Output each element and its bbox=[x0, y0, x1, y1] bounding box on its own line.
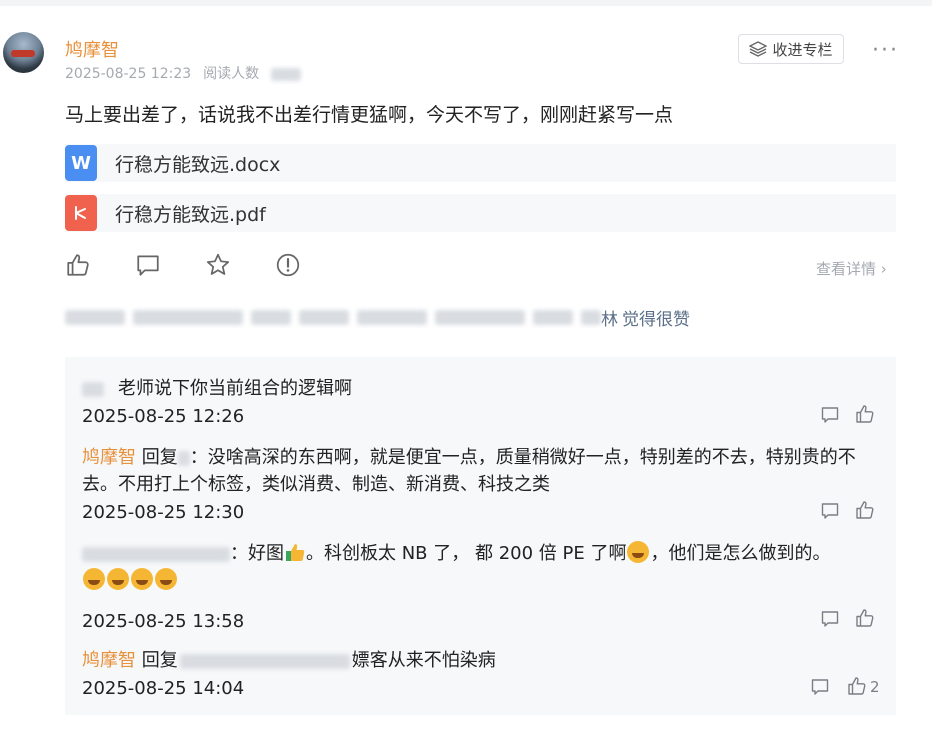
collect-to-column-button[interactable]: 收进专栏 bbox=[738, 34, 844, 64]
liker-redacted bbox=[65, 310, 125, 325]
attachment-docx[interactable]: W 行稳方能致远.docx bbox=[65, 144, 896, 182]
liker-redacted bbox=[435, 310, 525, 325]
post-actions bbox=[65, 252, 301, 278]
comment-time: 2025-08-25 12:26 bbox=[82, 406, 245, 427]
post-date: 2025-08-25 12:23 bbox=[65, 66, 192, 82]
crying-laughing-emoji-icon bbox=[107, 568, 129, 590]
chevron-right-icon: › bbox=[880, 260, 887, 278]
attachment-pdf[interactable]: 行稳方能致远.pdf bbox=[65, 194, 896, 232]
thumbs-up-emoji-icon bbox=[286, 544, 305, 561]
view-detail-link[interactable]: 查看详情 › bbox=[816, 258, 887, 279]
word-doc-icon: W bbox=[65, 145, 97, 181]
comment-icon[interactable] bbox=[135, 252, 161, 278]
comment-item: 鸠摩智 回复 ：没啥高深的东西啊，就是便宜一点，质量稍微好一点，特别差的不去，特别… bbox=[82, 444, 882, 498]
liker-redacted bbox=[299, 310, 349, 325]
crying-laughing-emoji-icon bbox=[83, 568, 105, 590]
comment-text: 。科创板太 NB 了， 都 200 倍 PE 了啊 bbox=[306, 543, 627, 564]
author-name[interactable]: 鸠摩智 bbox=[65, 36, 119, 62]
comment-time: 2025-08-25 12:30 bbox=[82, 502, 245, 523]
layers-icon bbox=[749, 41, 768, 57]
reply-icon[interactable] bbox=[820, 405, 840, 425]
comment-item: 老师说下你当前组合的逻辑啊 bbox=[82, 375, 882, 402]
comment-text: ，他们是怎么做到的。 bbox=[650, 543, 831, 564]
like-count: 2 bbox=[870, 678, 880, 696]
reply-target-redacted bbox=[177, 450, 190, 466]
comment-text: 老师说下你当前组合的逻辑啊 bbox=[118, 378, 352, 399]
post-meta: 2025-08-25 12:23 阅读人数 bbox=[65, 63, 313, 83]
comment-text: ：好图 bbox=[230, 543, 284, 564]
collect-label: 收进专栏 bbox=[772, 40, 833, 59]
liker-redacted bbox=[251, 310, 291, 325]
read-count-label: 阅读人数 bbox=[203, 66, 260, 82]
post-body: 马上要出差了，话说我不出差行情更猛啊，今天不写了，刚刚赶紧写一点 bbox=[65, 104, 674, 126]
comment-text: 嫖客从来不怕染病 bbox=[351, 650, 496, 671]
liker-redacted bbox=[133, 310, 243, 325]
liker-redacted bbox=[581, 310, 601, 325]
reply-word: 回复 bbox=[141, 447, 178, 468]
read-count-redacted bbox=[271, 67, 302, 81]
reply-icon[interactable] bbox=[820, 609, 840, 629]
attachment-name: 行稳方能致远.docx bbox=[115, 153, 281, 176]
pdf-icon bbox=[65, 195, 97, 231]
commenter-redacted bbox=[82, 546, 230, 562]
reply-icon[interactable] bbox=[820, 501, 840, 521]
likers-row[interactable]: 林 觉得很赞 bbox=[65, 305, 690, 330]
comment-time: 2025-08-25 14:04 bbox=[82, 678, 245, 699]
like-icon[interactable] bbox=[847, 676, 867, 696]
reply-word: 回复 bbox=[141, 650, 178, 671]
like-icon[interactable] bbox=[855, 404, 875, 424]
like-icon[interactable] bbox=[855, 500, 875, 520]
comment-item: 鸠摩智 回复 嫖客从来不怕染病 bbox=[82, 647, 882, 674]
comment-time: 2025-08-25 13:58 bbox=[82, 611, 245, 632]
reply-icon[interactable] bbox=[810, 677, 830, 697]
liker-redacted bbox=[533, 310, 573, 325]
liker-redacted bbox=[357, 310, 427, 325]
like-icon[interactable] bbox=[65, 252, 91, 278]
attachment-name: 行稳方能致远.pdf bbox=[115, 203, 266, 226]
report-icon[interactable] bbox=[275, 252, 301, 278]
star-icon[interactable] bbox=[205, 252, 231, 278]
liker-name: 林 bbox=[601, 310, 618, 330]
commenter-name[interactable]: 鸠摩智 bbox=[82, 447, 136, 468]
more-options-icon[interactable]: ··· bbox=[872, 38, 899, 63]
commenter-name[interactable]: 鸠摩智 bbox=[82, 650, 136, 671]
crying-laughing-emoji-icon bbox=[155, 568, 177, 590]
avatar[interactable] bbox=[3, 32, 44, 73]
comment-section: 老师说下你当前组合的逻辑啊 2025-08-25 12:26 鸠摩智 回复 ：没啥… bbox=[65, 357, 896, 715]
reply-target-redacted bbox=[179, 653, 350, 669]
crying-laughing-emoji-icon bbox=[627, 541, 650, 563]
top-divider bbox=[0, 0, 932, 6]
like-icon[interactable] bbox=[855, 608, 875, 628]
comment-text: ：没啥高深的东西啊，就是便宜一点，质量稍微好一点，特别差的不去，特别贵的不去。不… bbox=[82, 447, 856, 495]
commenter-redacted bbox=[82, 381, 104, 397]
comment-item: ：好图 。科创板太 NB 了， 都 200 倍 PE 了啊 ，他们是怎么做到的。 bbox=[82, 540, 882, 594]
likers-suffix: 觉得很赞 bbox=[622, 310, 690, 330]
crying-laughing-emoji-icon bbox=[131, 568, 153, 590]
view-detail-label: 查看详情 bbox=[816, 260, 877, 278]
